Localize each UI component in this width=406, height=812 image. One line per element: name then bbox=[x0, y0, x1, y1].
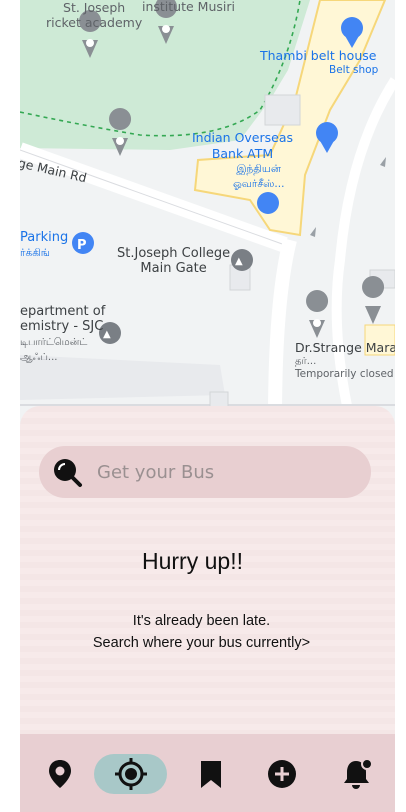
message-line-1: It's already been late. bbox=[132, 613, 271, 629]
message-text: It's already been late. Search where you… bbox=[20, 610, 383, 654]
add-circle-icon bbox=[268, 760, 296, 788]
map-label-line: epartment of bbox=[20, 304, 106, 319]
map-label-cricket-academy: St. Joseph ricket academy bbox=[46, 0, 142, 30]
bottom-sheet: Hurry up!! It's already been late. Searc… bbox=[20, 406, 395, 736]
message-line-2: Search where your bus currently> bbox=[92, 635, 311, 651]
nav-add[interactable] bbox=[262, 754, 302, 794]
notification-bell-icon bbox=[344, 758, 373, 789]
svg-text:P: P bbox=[77, 238, 87, 253]
map-label-line: Bank ATM bbox=[211, 146, 274, 161]
map-label-strange-status: Temporarily closed bbox=[295, 368, 394, 380]
crosshair-locate-icon bbox=[114, 758, 147, 790]
map-label-belt-house: Thambi belt house bbox=[260, 48, 377, 63]
map-label-line: ricket academy bbox=[46, 15, 143, 30]
map-label-line: ஆஃப்... bbox=[20, 352, 58, 363]
nav-locate[interactable] bbox=[94, 754, 167, 794]
map-label-strange: Dr.Strange Mara bbox=[295, 340, 395, 355]
app-frame: P ▲ ▲ St. Joseph ricket academy institut… bbox=[20, 0, 395, 812]
headline-text: Hurry up!! bbox=[142, 548, 243, 574]
map-label-belt-shop: Belt shop bbox=[329, 64, 379, 76]
map-label-line: St. Joseph bbox=[63, 0, 126, 15]
map-label-institute: institute Musiri bbox=[142, 0, 235, 14]
svg-text:▲: ▲ bbox=[235, 256, 243, 267]
search-icon[interactable] bbox=[51, 456, 83, 488]
location-pin-icon bbox=[49, 760, 71, 788]
nav-notifications[interactable] bbox=[338, 754, 378, 794]
map-label-line: Main Gate bbox=[140, 261, 207, 276]
map-label-department: epartment of emistry - SJC bbox=[20, 304, 105, 334]
map-label-line: இந்தியன் bbox=[236, 163, 282, 175]
bookmark-icon bbox=[201, 761, 221, 788]
map-label-line: St.Joseph College bbox=[117, 246, 231, 261]
map-label-parking-tamil: ர்க்கிங் bbox=[20, 247, 51, 259]
map-label-department-tamil: டிபார்ட்மென்ட் ஆஃப்... bbox=[20, 335, 87, 365]
map-label-parking: Parking bbox=[20, 230, 69, 245]
map-label-iob-tamil: இந்தியன் ஓவர்சீஸ்... bbox=[233, 162, 284, 192]
bus-search-input[interactable] bbox=[95, 460, 339, 484]
nav-bookmark[interactable] bbox=[191, 754, 231, 794]
map-label-line: emistry - SJC bbox=[20, 319, 104, 334]
map-view[interactable]: P ▲ ▲ St. Joseph ricket academy institut… bbox=[20, 0, 395, 430]
map-label-sjc-gate: St.Joseph College Main Gate bbox=[117, 246, 230, 276]
map-label-line: டிபார்ட்மென்ட் bbox=[20, 337, 88, 348]
bus-search-bar[interactable] bbox=[39, 446, 371, 498]
map-label-iob-atm: Indian Overseas Bank ATM bbox=[192, 130, 293, 162]
map-label-line: ஓவர்சீஸ்... bbox=[233, 178, 285, 190]
nav-location[interactable] bbox=[40, 754, 80, 794]
bottom-nav-bar bbox=[20, 734, 395, 812]
map-label-line: Indian Overseas bbox=[192, 130, 294, 145]
